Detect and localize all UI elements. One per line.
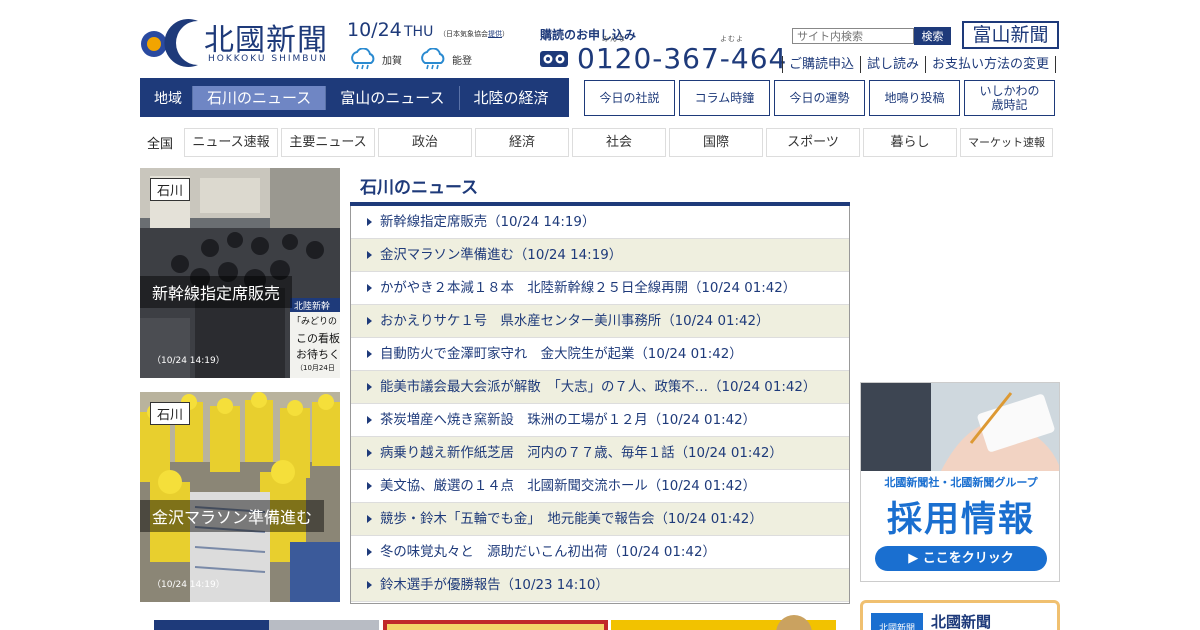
bottom-banner-1-image (269, 620, 379, 630)
logo-text: 北國新聞 (204, 23, 328, 58)
genre-all-national[interactable]: 全国 (140, 133, 181, 152)
site-logo[interactable]: 北國新聞 HOKKOKU SHIMBUN (140, 15, 340, 67)
recruit-banner[interactable]: 北國新聞社・北國新聞グループ 採用情報 ▶ ここをクリック (860, 382, 1060, 582)
recruit-cta-button[interactable]: ▶ ここをクリック (875, 546, 1047, 571)
current-weekday: THU (404, 24, 434, 40)
tab-toyama-news[interactable]: 富山のニュース (325, 85, 458, 110)
trial-link[interactable]: 試し読み (860, 56, 925, 73)
region-tag: 石川 (150, 178, 191, 201)
genre-top-news[interactable]: 主要ニュース (281, 128, 376, 157)
reader-post-button[interactable]: 地鳴り投稿 (869, 80, 960, 116)
news-item[interactable]: 茶炭増産へ焼き窯新設 珠洲の工場が１２月（10/24 01:42） (351, 404, 849, 437)
genre-politics[interactable]: 政治 (378, 128, 473, 157)
genre-market-news[interactable]: マーケット速報 (960, 128, 1054, 157)
news-item[interactable]: 冬の味覚丸々と 源助だいこん初出荷（10/24 01:42） (351, 536, 849, 569)
hokkoku-group-banner[interactable]: 北國新聞 北國新聞 (860, 600, 1060, 630)
region-nav: 地域 石川のニュース 富山のニュース 北陸の経済 (140, 78, 569, 117)
news-item[interactable]: 金沢マラソン準備進む（10/24 14:19） (351, 239, 849, 272)
genre-lifestyle[interactable]: 暮らし (863, 128, 958, 157)
genre-society[interactable]: 社会 (572, 128, 667, 157)
group-title: 北國新聞 (931, 613, 992, 630)
news-item[interactable]: 能美市議会最大会派が解散 「大志」の７人、政策不…（10/24 01:42） (351, 371, 849, 404)
bottom-banner-1[interactable] (154, 620, 379, 630)
sign-text: 「みどりの (292, 316, 337, 327)
photo-caption: 新幹線指定席販売 (140, 276, 293, 308)
payment-change-link[interactable]: お支払い方法の変更 (925, 56, 1057, 73)
news-section-title: 石川のニュース (360, 178, 479, 198)
column-jisho-button[interactable]: コラム時鐘 (679, 80, 770, 116)
weather-noto[interactable]: 能登 (418, 48, 472, 70)
free-dial-icon (540, 50, 568, 67)
jma-credit-close: ） (502, 30, 509, 38)
sign-text: お待ちく (296, 347, 340, 361)
weather-area-label: 能登 (452, 55, 472, 67)
subscribe-link[interactable]: ご購読申込 (782, 56, 860, 73)
bottom-banner-2-image (387, 624, 604, 630)
jma-credit: （日本気象協会提供） (439, 29, 509, 39)
phone-number: 0120-367-464 (577, 42, 788, 75)
tab-ishikawa-news[interactable]: 石川のニュース (192, 85, 326, 110)
news-list: 新幹線指定席販売（10/24 14:19） 金沢マラソン準備進む（10/24 1… (350, 206, 850, 604)
genre-economy[interactable]: 経済 (475, 128, 570, 157)
seasonal-calendar-line2: 歳時記 (991, 98, 1028, 112)
search-button[interactable]: 検索 (914, 27, 951, 45)
photo-timestamp: （10/24 14:19） (152, 356, 225, 366)
toyama-shimbun-logo[interactable]: 富山新聞 (962, 21, 1059, 49)
recruit-subtitle: 北國新聞社・北國新聞グループ (884, 476, 1038, 489)
region-nav-label: 地域 (154, 90, 182, 107)
cloud-rain-icon (351, 48, 375, 70)
photo-caption: 金沢マラソン準備進む (140, 500, 325, 532)
photo-card-marathon[interactable]: 石川 金沢マラソン準備進む （10/24 14:19） (140, 392, 340, 602)
news-item[interactable]: 自動防火で金澤町家守れ 金大院生が起業（10/24 01:42） (351, 338, 849, 371)
news-item[interactable]: おかえりサケ１号 県水産センター美川事務所（10/24 01:42） (351, 305, 849, 338)
region-tag: 石川 (150, 402, 191, 425)
recruit-title: 採用情報 (886, 500, 1035, 540)
bottom-banner-3[interactable] (611, 615, 836, 630)
seasonal-calendar-line1: いしかわの (979, 84, 1040, 98)
genre-sports[interactable]: スポーツ (766, 128, 861, 157)
logo-mark-icon (141, 19, 198, 67)
jma-credit-text: （日本気象協会 (439, 30, 488, 38)
photo-card-shinkansen[interactable]: 北陸新幹 「みどりの この看板 お待ちく （10月24日 石川 新幹線指定席販売… (140, 168, 340, 378)
sign-text: （10月24日 (296, 364, 335, 372)
seasonal-calendar-button[interactable]: いしかわの 歳時記 (964, 80, 1055, 116)
news-item[interactable]: 美文協、厳選の１４点 北國新聞交流ホール（10/24 01:42） (351, 470, 849, 503)
logo-roman: HOKKOKU SHIMBUN (208, 54, 328, 64)
tab-hokuriku-economy[interactable]: 北陸の経済 (458, 85, 563, 110)
news-item[interactable]: 病乗り越え新作紙芝居 河内の７７歳、毎年１話（10/24 01:42） (351, 437, 849, 470)
news-item[interactable]: 鈴木選手が優勝報告（10/23 14:10） (351, 569, 849, 602)
horoscope-button[interactable]: 今日の運勢 (774, 80, 865, 116)
header-links: ご購読申込 試し読み お支払い方法の変更 (782, 56, 1057, 73)
subscribe-phone[interactable]: 0120-367-464 (539, 42, 787, 75)
group-badge: 北國新聞 (871, 613, 923, 630)
current-date: 10/24 (347, 19, 402, 41)
weather-area-label: 加賀 (382, 55, 402, 67)
news-item[interactable]: 競歩・鈴木「五輪でも金」 地元能美で報告会（10/24 01:42） (351, 503, 849, 536)
cloud-rain-icon (421, 48, 445, 70)
photo-timestamp: （10/24 14:19） (152, 580, 225, 590)
genre-international[interactable]: 国際 (669, 128, 764, 157)
genre-nav: 全国 ニュース速報 主要ニュース 政治 経済 社会 国際 スポーツ 暮らし マー… (140, 128, 1054, 157)
bottom-banner-2[interactable] (383, 620, 608, 630)
editorial-button[interactable]: 今日の社説 (584, 80, 675, 116)
genre-breaking-news[interactable]: ニュース速報 (184, 128, 279, 157)
news-item[interactable]: かがやき２本減１８本 北陸新幹線２５日全線再開（10/24 01:42） (351, 272, 849, 305)
jma-credit-link[interactable]: 提供 (488, 30, 502, 38)
sign-text: 北陸新幹 (294, 300, 330, 312)
bottom-banner-3-mascot-icon (776, 615, 812, 630)
weather-kaga[interactable]: 加賀 (348, 48, 402, 70)
sign-text: この看板 (296, 331, 340, 345)
news-item[interactable]: 新幹線指定席販売（10/24 14:19） (351, 206, 849, 239)
site-search-input[interactable] (792, 28, 914, 44)
